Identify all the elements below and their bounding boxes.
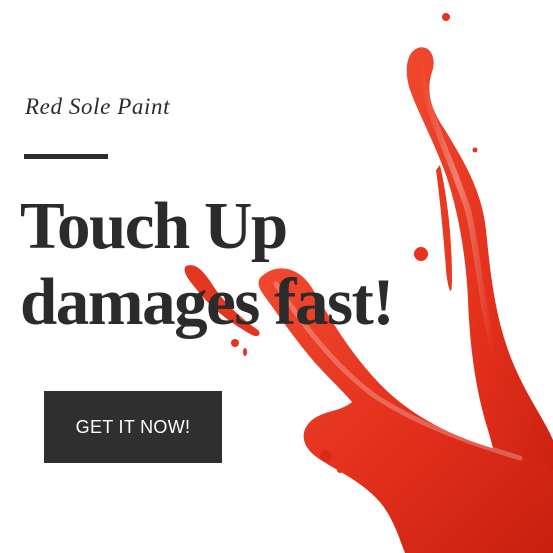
headline: Touch Up damages fast! — [20, 188, 395, 340]
headline-line-2: damages fast! — [20, 265, 395, 339]
brand-name: Red Sole Paint — [25, 94, 171, 119]
divider — [24, 154, 108, 159]
headline-line-1: Touch Up — [20, 189, 288, 263]
get-it-now-button[interactable]: GET IT NOW! — [44, 391, 222, 463]
ad-banner: Red Sole Paint Touch Up damages fast! GE… — [0, 0, 553, 553]
